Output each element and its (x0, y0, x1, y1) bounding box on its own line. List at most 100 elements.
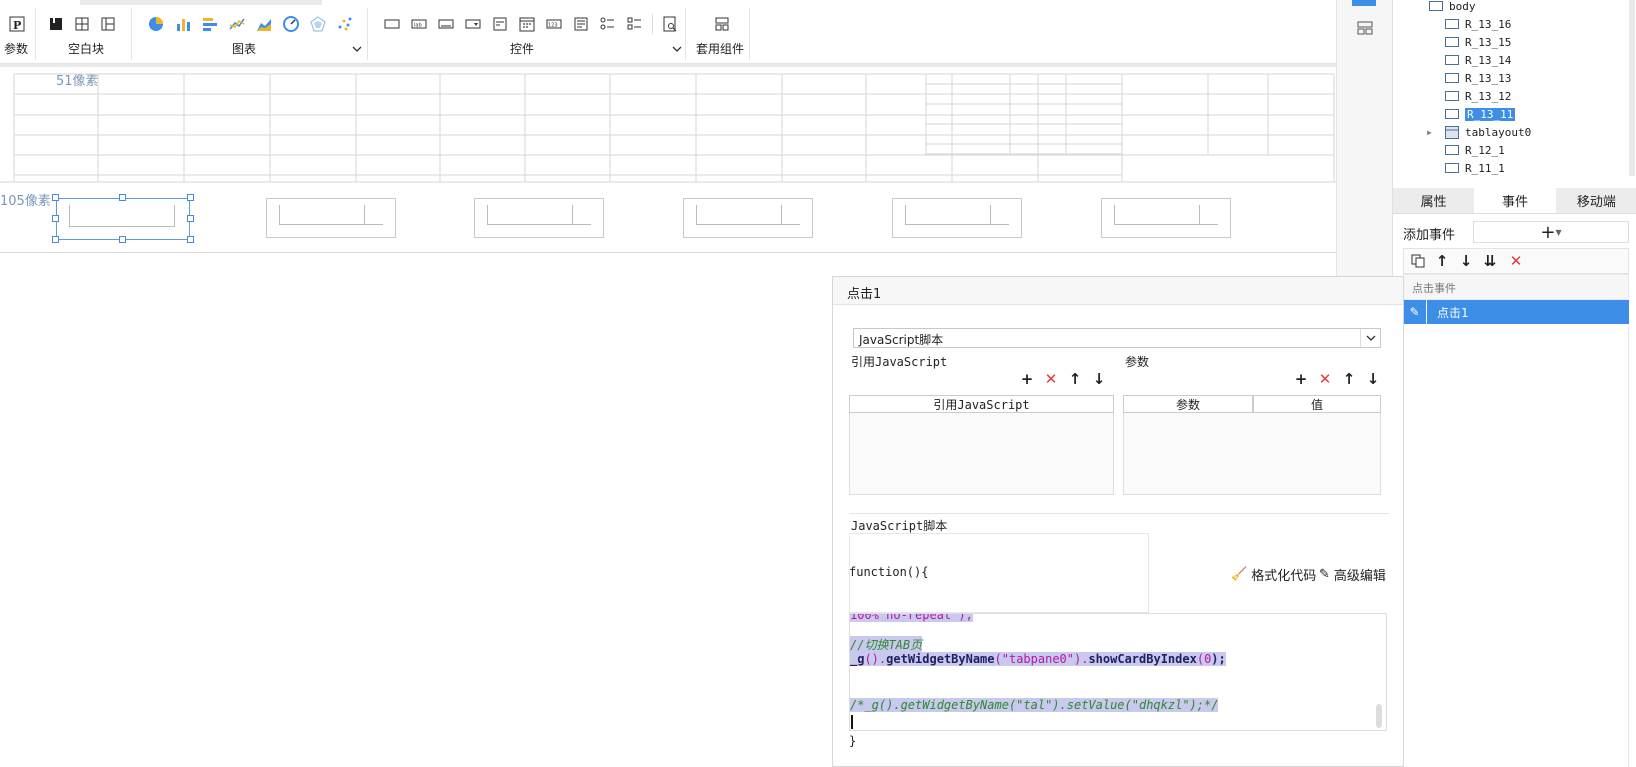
code-token: ( (994, 652, 1002, 666)
format-code-label: 格式化代码 (1251, 569, 1317, 584)
script-section-label: JavaScript脚本 (851, 519, 948, 533)
canvas-widget[interactable] (892, 198, 1022, 238)
scatter-chart-icon[interactable] (335, 14, 355, 34)
resize-handle[interactable] (187, 194, 194, 201)
tree-item-selected[interactable]: R_13_11 (1445, 106, 1516, 122)
cell-widget-icon (1445, 109, 1459, 119)
radio-group-icon[interactable] (598, 14, 618, 34)
resize-handle[interactable] (52, 215, 59, 222)
grid-block-icon[interactable] (72, 14, 92, 34)
tree-scrollbar[interactable] (1629, 0, 1635, 176)
number-widget-icon[interactable]: 123 (544, 14, 564, 34)
cell-widget-icon (1445, 73, 1459, 83)
toolbar-label-charts: 图表 (232, 42, 257, 56)
line-chart-icon[interactable] (227, 14, 247, 34)
move-down-icon[interactable]: ↓ (1458, 252, 1474, 270)
tree-item[interactable]: R_13_13 (1445, 70, 1511, 86)
blank-block-icon[interactable] (46, 14, 66, 34)
param-icon[interactable]: P (7, 14, 27, 34)
tree-item-label: R_12_1 (1465, 143, 1505, 157)
tree-item[interactable]: R_13_14 (1445, 52, 1511, 68)
format-code-button[interactable]: 🧹 格式化代码 (1231, 565, 1316, 584)
tree-item[interactable]: R_12_1 (1445, 142, 1505, 158)
textbox-widget-icon[interactable] (436, 14, 456, 34)
toolbar-label-blank: 空白块 (68, 42, 105, 56)
delete-icon[interactable]: ✕ (1508, 252, 1524, 270)
copy-icon[interactable] (1410, 253, 1426, 269)
edit-pencil-icon[interactable]: ✎ (1403, 300, 1427, 324)
advanced-edit-button[interactable]: ✎ 高级编辑 (1319, 565, 1386, 584)
button-widget-icon[interactable] (382, 14, 402, 34)
tree-item[interactable]: R_13_15 (1445, 34, 1511, 50)
canvas-divider (0, 252, 1336, 253)
tree-item-label: R_13_13 (1465, 71, 1512, 85)
move-up-icon[interactable]: ↑ (1067, 370, 1083, 388)
checkbox-group-icon[interactable] (625, 14, 645, 34)
tree-item[interactable]: body (1429, 0, 1476, 14)
hbar-chart-icon[interactable] (200, 14, 220, 34)
bar-chart-icon[interactable] (173, 14, 193, 34)
tab-events[interactable]: 事件 (1474, 188, 1556, 213)
code-comment: /*_g().getWidgetByName("tal").setValue("… (850, 698, 1219, 712)
resize-handle[interactable] (52, 236, 59, 243)
date-widget-icon[interactable] (517, 14, 537, 34)
layout-block-icon[interactable] (98, 14, 118, 34)
code-comment: //切换TAB页 (850, 636, 923, 653)
code-editor[interactable]: 100% no-repeat"); //切换TAB页 _g().getWidge… (849, 613, 1387, 731)
top-tab-strip (80, 0, 322, 5)
selected-widget[interactable] (56, 198, 190, 240)
pie-chart-icon[interactable] (146, 14, 166, 34)
chevron-down-icon[interactable] (672, 44, 682, 54)
chevron-down-icon[interactable] (1360, 329, 1380, 347)
radar-chart-icon[interactable] (308, 14, 328, 34)
layout-panel-icon[interactable] (1355, 18, 1375, 38)
tree-item[interactable]: R_11_1 (1445, 160, 1505, 176)
canvas-widget[interactable] (474, 198, 604, 238)
add-ref-icon[interactable]: + (1019, 370, 1035, 388)
move-up-icon[interactable]: ↑ (1434, 252, 1450, 270)
right-panel: body R_13_16 R_13_15 R_13_14 R_13_13 R_1… (1392, 0, 1636, 767)
resize-handle[interactable] (187, 215, 194, 222)
canvas-widget[interactable] (1101, 198, 1231, 238)
canvas-widget[interactable] (683, 198, 813, 238)
resize-handle[interactable] (119, 236, 126, 243)
gauge-chart-icon[interactable] (281, 14, 301, 34)
svg-text:lab: lab (414, 23, 422, 29)
delete-param-icon[interactable]: ✕ (1317, 370, 1333, 388)
move-down-icon[interactable]: ↓ (1365, 370, 1381, 388)
chevron-down-icon[interactable] (352, 44, 362, 54)
resize-handle[interactable] (119, 194, 126, 201)
tab-mobile[interactable]: 移动端 (1556, 188, 1636, 213)
tab-properties[interactable]: 属性 (1393, 188, 1474, 213)
area-chart-icon[interactable] (254, 14, 274, 34)
add-event-button[interactable]: + ▼ (1473, 221, 1629, 243)
textarea-widget-icon[interactable] (571, 14, 591, 34)
tree-item[interactable]: ▶ tablayout0 (1427, 124, 1531, 140)
toolbar-label-components: 套用组件 (696, 42, 745, 56)
code-scrollbar[interactable] (1376, 704, 1382, 728)
resize-handle[interactable] (52, 194, 59, 201)
canvas-widget[interactable] (266, 198, 396, 238)
move-down-icon[interactable]: ↓ (1091, 370, 1107, 388)
script-type-select[interactable]: JavaScript脚本 (853, 328, 1381, 348)
event-item-selected[interactable]: ✎ 点击1 (1403, 300, 1629, 324)
toolbar-label-widgets: 控件 (510, 42, 535, 56)
label-widget-icon[interactable]: lab (409, 14, 429, 34)
add-param-icon[interactable]: + (1293, 370, 1309, 388)
advanced-edit-label: 高级编辑 (1333, 569, 1386, 584)
event-list-header: 点击事件 (1403, 274, 1629, 300)
form-widget-icon[interactable] (490, 14, 510, 34)
tree-item-label: R_13_15 (1465, 35, 1512, 49)
delete-ref-icon[interactable]: ✕ (1043, 370, 1059, 388)
tree-item[interactable]: R_13_12 (1445, 88, 1511, 104)
expand-arrow-icon[interactable]: ▶ (1427, 128, 1432, 137)
search-widget-icon[interactable] (660, 14, 680, 34)
tree-item[interactable]: R_13_16 (1445, 16, 1511, 32)
move-bottom-icon[interactable]: ⇊ (1482, 252, 1498, 270)
resize-handle[interactable] (187, 236, 194, 243)
event-item-label: 点击1 (1437, 305, 1469, 320)
dropdown-widget-icon[interactable] (463, 14, 483, 34)
component-icon[interactable] (712, 14, 732, 34)
move-up-icon[interactable]: ↑ (1341, 370, 1357, 388)
script-type-value: JavaScript脚本 (859, 333, 944, 347)
